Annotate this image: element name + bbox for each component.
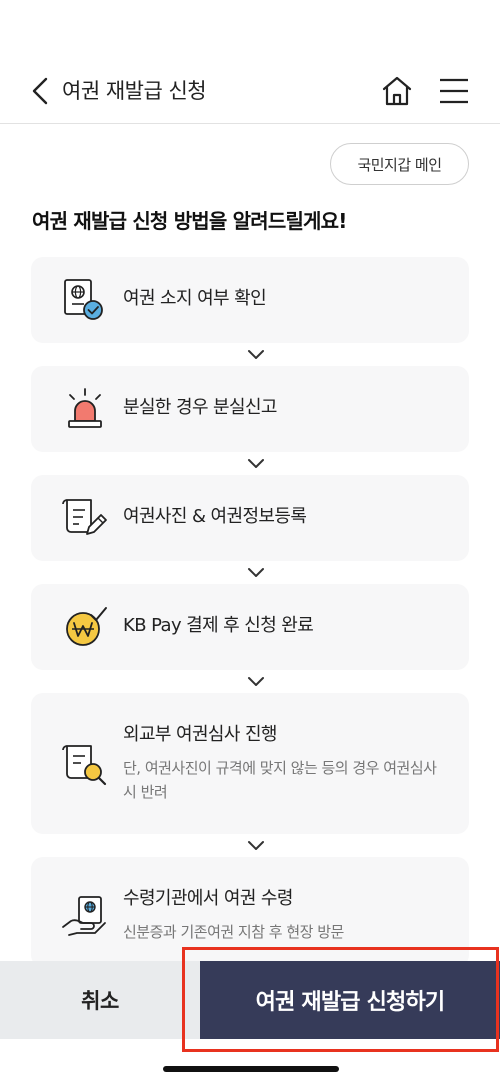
step-card-3: 여권사진 & 여권정보등록 bbox=[31, 475, 469, 561]
home-button[interactable] bbox=[380, 75, 414, 107]
bottom-action-bar: 취소 여권 재발급 신청하기 bbox=[0, 961, 500, 1039]
top-navigation-bar: 여권 재발급 신청 bbox=[0, 56, 500, 124]
home-icon bbox=[382, 76, 412, 106]
step-label: KB Pay 결제 후 신청 완료 bbox=[123, 615, 314, 636]
chevron-down-icon bbox=[248, 350, 264, 359]
step-label: 분실한 경우 분실신고 bbox=[123, 397, 277, 418]
hand-passport-icon bbox=[62, 896, 106, 936]
wallet-main-button[interactable]: 국민지갑 메인 bbox=[330, 143, 469, 185]
apply-reissue-button[interactable]: 여권 재발급 신청하기 bbox=[200, 961, 500, 1039]
alarm-siren-icon bbox=[68, 388, 102, 428]
step-label: 외교부 여권심사 진행 bbox=[123, 724, 277, 745]
document-pen-icon bbox=[62, 499, 107, 535]
cancel-button[interactable]: 취소 bbox=[0, 961, 200, 1039]
chevron-down-icon bbox=[248, 568, 264, 577]
back-button[interactable] bbox=[26, 76, 54, 106]
step-label: 여권 소지 여부 확인 bbox=[123, 288, 267, 309]
step-description: 단, 여권사진이 규격에 맞지 않는 등의 경우 여권심사 시 반려 bbox=[123, 759, 437, 801]
step-card-2: 분실한 경우 분실신고 bbox=[31, 366, 469, 452]
passport-check-icon bbox=[64, 279, 103, 320]
step-description: 신분증과 기존여권 지참 후 현장 방문 bbox=[123, 923, 344, 941]
section-title: 여권 재발급 신청 방법을 알려드릴게요! bbox=[32, 209, 347, 233]
document-search-icon bbox=[62, 745, 107, 786]
won-pay-check-icon bbox=[66, 607, 107, 646]
step-label: 수령기관에서 여권 수령 bbox=[123, 888, 293, 909]
chevron-down-icon bbox=[248, 677, 264, 686]
chevron-down-icon bbox=[248, 841, 264, 850]
step-label: 여권사진 & 여권정보등록 bbox=[123, 506, 307, 527]
menu-button[interactable] bbox=[438, 77, 470, 105]
chevron-down-icon bbox=[248, 459, 264, 468]
chevron-left-icon bbox=[32, 77, 48, 105]
step-card-1: 여권 소지 여부 확인 bbox=[31, 257, 469, 343]
page-title: 여권 재발급 신청 bbox=[62, 79, 207, 103]
step-card-4: KB Pay 결제 후 신청 완료 bbox=[31, 584, 469, 670]
step-card-6: 수령기관에서 여권 수령 신분증과 기존여권 지참 후 현장 방문 bbox=[31, 857, 469, 967]
step-card-5: 외교부 여권심사 진행 단, 여권사진이 규격에 맞지 않는 등의 경우 여권심… bbox=[31, 693, 469, 834]
home-indicator bbox=[163, 1066, 339, 1072]
hamburger-menu-icon bbox=[440, 78, 468, 104]
